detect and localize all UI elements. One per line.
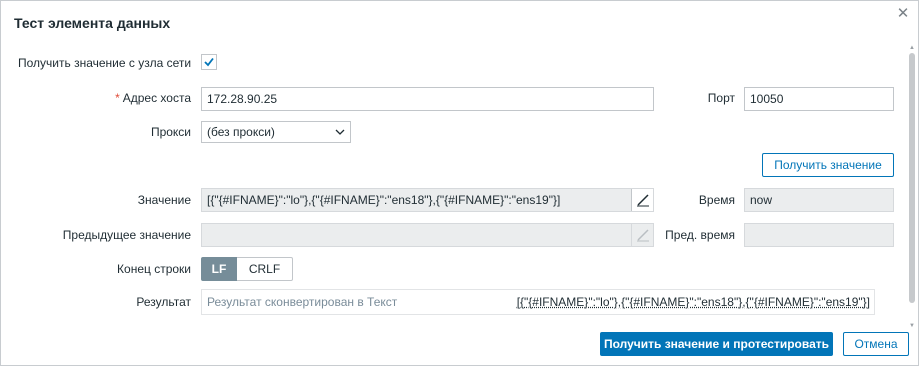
prev-value-label: Предыдущее значение (62, 228, 191, 242)
cancel-button[interactable]: Отмена (843, 332, 909, 356)
scroll-up-icon[interactable]: ▲ (909, 45, 915, 51)
result-field: Результат сконвертирован в Текст [{"{#IF… (201, 289, 875, 315)
value-field[interactable]: [{"{#IFNAME}":"lo"},{"{#IFNAME}":"ens18"… (201, 188, 654, 212)
value-text: [{"{#IFNAME}":"lo"},{"{#IFNAME}":"ens18"… (207, 193, 561, 207)
pencil-icon (637, 229, 649, 242)
prev-value-field (201, 223, 654, 247)
eol-toggle: LF CRLF (201, 257, 293, 281)
scrollbar-thumb[interactable] (909, 53, 915, 303)
prev-value-edit-button (631, 224, 653, 246)
get-value-button[interactable]: Получить значение (762, 153, 894, 177)
port-label: Порт (707, 91, 735, 105)
scroll-down-icon[interactable]: ▼ (909, 323, 915, 329)
get-value-and-test-button[interactable]: Получить значение и протестировать (600, 332, 833, 356)
get-from-host-checkbox[interactable] (201, 54, 217, 70)
result-hint: Результат сконвертирован в Текст (207, 295, 398, 309)
host-address-label-text: Адрес хоста (122, 91, 191, 105)
required-marker: * (115, 91, 120, 105)
port-input[interactable]: 10050 (744, 87, 894, 111)
host-address-label: * Адрес хоста (21, 91, 191, 105)
pencil-icon (637, 194, 649, 207)
time-label: Время (698, 193, 735, 207)
value-label: Значение (137, 193, 191, 207)
host-address-input[interactable]: 172.28.90.25 (201, 87, 654, 111)
eol-lf-option[interactable]: LF (201, 257, 237, 281)
test-item-dialog: Тест элемента данных ✕ Получить значение… (0, 0, 919, 366)
prev-time-input (744, 223, 894, 247)
proxy-selected-value: (без прокси) (207, 125, 275, 139)
time-input[interactable]: now (744, 188, 894, 212)
value-edit-button[interactable] (631, 189, 653, 211)
eol-label: Конец строки (117, 262, 191, 276)
eol-crlf-option[interactable]: CRLF (237, 257, 293, 281)
close-icon[interactable]: ✕ (896, 6, 910, 21)
get-from-host-label: Получить значение с узла сети (18, 56, 192, 70)
proxy-label: Прокси (150, 125, 191, 139)
checkmark-icon (204, 57, 214, 67)
chevron-down-icon (335, 129, 345, 135)
dialog-title: Тест элемента данных (14, 15, 171, 31)
result-value[interactable]: [{"{#IFNAME}":"lo"},{"{#IFNAME}":"ens18"… (517, 295, 870, 309)
proxy-select[interactable]: (без прокси) (201, 121, 351, 143)
scrollbar[interactable]: ▲ ▼ (909, 45, 915, 329)
prev-time-label: Пред. время (665, 228, 735, 242)
result-label: Результат (136, 295, 191, 309)
